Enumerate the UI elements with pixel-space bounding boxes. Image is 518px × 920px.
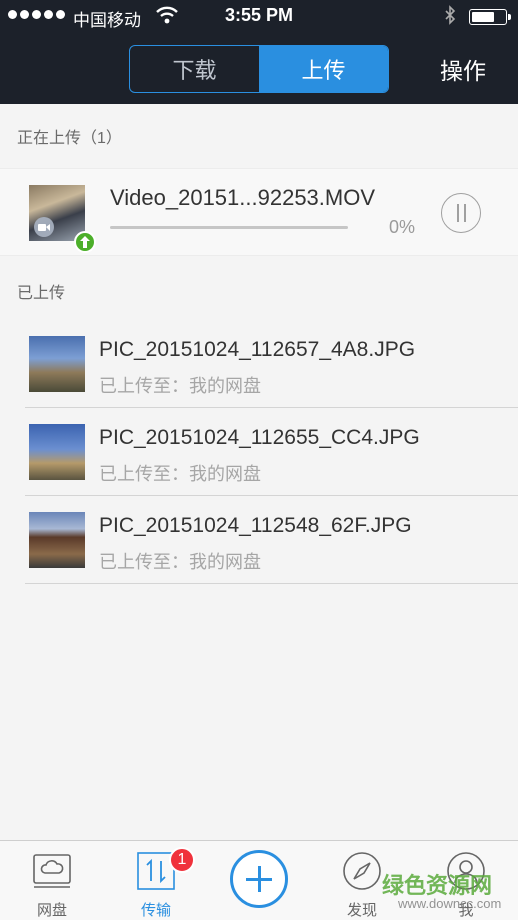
upload-progress-text: 0% bbox=[388, 217, 415, 237]
uploading-section-label: 正在上传（1） bbox=[17, 130, 122, 147]
list-item[interactable]: PIC_20151024_112548_62F.JPG 已上传至：我的网盘 bbox=[0, 496, 518, 584]
notification-badge: 1 bbox=[169, 847, 195, 873]
photo-thumbnail bbox=[29, 336, 85, 392]
divider bbox=[25, 583, 518, 584]
file-destination: 已上传至：我的网盘 bbox=[99, 552, 261, 572]
status-bar: 中国移动 3:55 PM bbox=[0, 0, 518, 34]
operations-button[interactable]: 操作 bbox=[440, 52, 486, 86]
video-camera-icon bbox=[34, 217, 54, 237]
tab-download[interactable]: 下载 bbox=[130, 46, 259, 92]
tab-discover-label: 发现 bbox=[346, 902, 377, 919]
tab-transfer-label: 传输 bbox=[140, 902, 171, 919]
compass-icon bbox=[343, 852, 381, 890]
battery-icon bbox=[469, 9, 511, 25]
add-button[interactable] bbox=[230, 850, 288, 908]
list-item[interactable]: PIC_20151024_112657_4A8.JPG 已上传至：我的网盘 bbox=[0, 320, 518, 408]
uploaded-list: PIC_20151024_112657_4A8.JPG 已上传至：我的网盘 PI… bbox=[0, 320, 518, 584]
photo-thumbnail bbox=[29, 424, 85, 480]
upload-arrow-icon bbox=[74, 231, 96, 253]
list-item[interactable]: PIC_20151024_112655_CC4.JPG 已上传至：我的网盘 bbox=[0, 408, 518, 496]
file-name: PIC_20151024_112655_CC4.JPG bbox=[99, 426, 420, 449]
pause-button[interactable] bbox=[441, 193, 481, 233]
tab-netdisk[interactable]: 网盘 bbox=[17, 841, 87, 920]
header: 中国移动 3:55 PM 下载 上传 操作 bbox=[0, 0, 518, 104]
uploaded-section-label: 已上传 bbox=[17, 285, 66, 302]
photo-thumbnail bbox=[29, 512, 85, 568]
transfer-segment-control: 下载 上传 bbox=[129, 45, 389, 93]
tab-netdisk-label: 网盘 bbox=[36, 902, 67, 919]
tab-upload[interactable]: 上传 bbox=[259, 46, 388, 92]
file-destination: 已上传至：我的网盘 bbox=[99, 376, 261, 396]
watermark-url: www.downcc.com bbox=[398, 896, 502, 911]
clock: 3:55 PM bbox=[224, 5, 294, 25]
bluetooth-icon bbox=[445, 5, 456, 25]
upload-progress-bar bbox=[110, 226, 348, 229]
file-destination: 已上传至：我的网盘 bbox=[99, 464, 261, 484]
cloud-drive-icon bbox=[33, 854, 71, 888]
file-name: PIC_20151024_112548_62F.JPG bbox=[99, 514, 412, 537]
file-name: PIC_20151024_112657_4A8.JPG bbox=[99, 338, 416, 361]
video-thumbnail bbox=[29, 185, 85, 241]
uploading-file-name: Video_20151...92253.MOV bbox=[110, 185, 376, 210]
plus-icon-vertical bbox=[258, 866, 261, 892]
